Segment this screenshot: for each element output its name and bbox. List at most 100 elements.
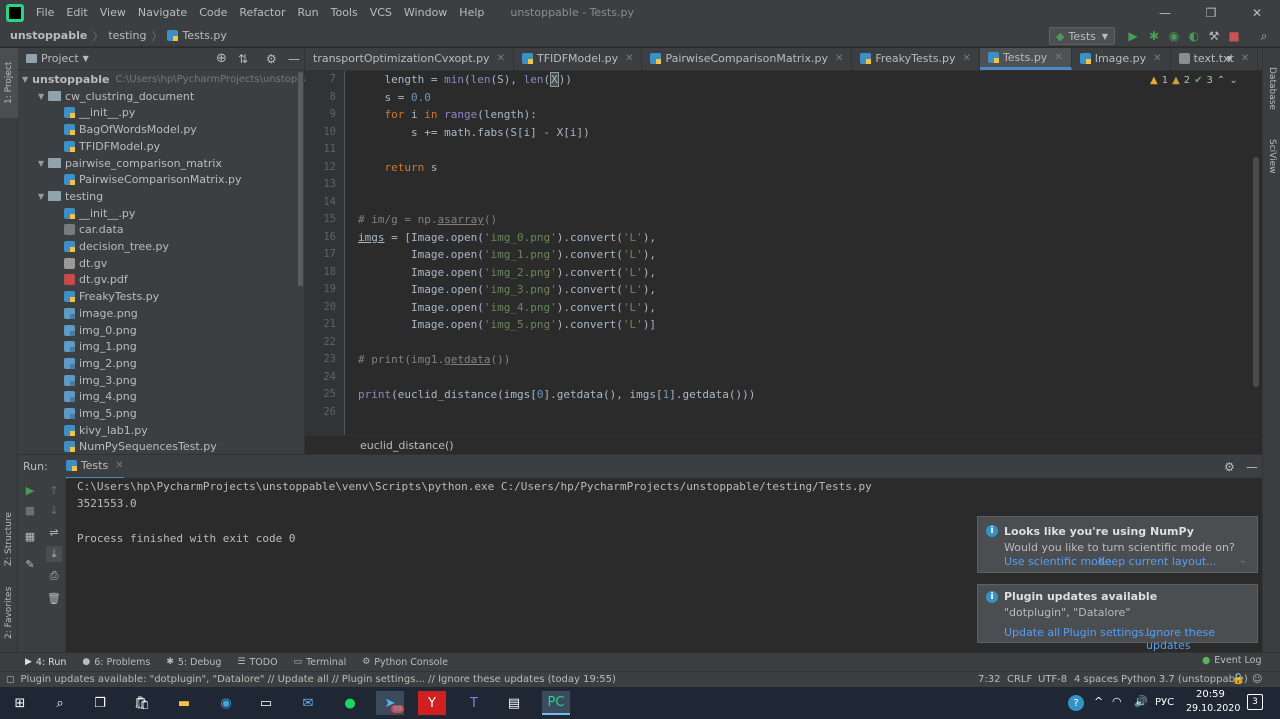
- tree-file[interactable]: __init__.py: [18, 104, 305, 121]
- stop-icon[interactable]: ■: [1226, 28, 1242, 44]
- run-icon[interactable]: ▶: [1125, 28, 1141, 44]
- sciview-tool-tab[interactable]: SciView: [1263, 126, 1280, 186]
- store-icon[interactable]: 🛍: [128, 691, 156, 715]
- collapse-all-icon[interactable]: ⇅: [238, 52, 248, 66]
- chevron-up-icon[interactable]: ^: [1094, 695, 1103, 708]
- menu-refactor[interactable]: Refactor: [233, 6, 291, 19]
- explorer-window-icon[interactable]: ▤: [500, 691, 528, 715]
- line-separator[interactable]: CRLF: [1007, 674, 1032, 685]
- chevron-up-icon[interactable]: ⌃: [1217, 75, 1225, 86]
- clock-time[interactable]: 20:59: [1196, 689, 1225, 700]
- python-interpreter[interactable]: Python 3.7 (unstoppable): [1121, 674, 1248, 685]
- close-icon[interactable]: ✕: [115, 460, 123, 471]
- close-tab-icon[interactable]: ✕: [1054, 52, 1062, 63]
- favorites-tool-tab[interactable]: 2: Favorites: [0, 578, 18, 648]
- tree-folder[interactable]: ▼ unstoppable C:\Users\hp\PycharmProjects\…: [18, 71, 305, 88]
- editor-tab[interactable]: PairwiseComparisonMatrix.py ✕: [642, 48, 853, 70]
- tree-file[interactable]: img_1.png: [18, 338, 305, 355]
- close-tab-icon[interactable]: ✕: [625, 53, 633, 64]
- menu-vcs[interactable]: VCS: [364, 6, 398, 19]
- editor-tab[interactable]: optimizationScipy.py✕: [1258, 48, 1262, 70]
- close-tab-icon[interactable]: ✕: [963, 53, 971, 64]
- task-view-icon[interactable]: ❐: [86, 691, 114, 715]
- tree-file[interactable]: PairwiseComparisonMatrix.py: [18, 171, 305, 188]
- spotify-icon[interactable]: ●: [336, 691, 364, 715]
- editor-tab[interactable]: Tests.py ✕: [979, 48, 1072, 70]
- down-icon[interactable]: ↓: [46, 502, 62, 518]
- menu-tools[interactable]: Tools: [325, 6, 364, 19]
- chevron-down-icon[interactable]: ▼: [38, 192, 48, 201]
- language-indicator[interactable]: РУС: [1155, 697, 1174, 708]
- wifi-icon[interactable]: ◠: [1112, 695, 1122, 708]
- tree-folder[interactable]: ▼ pairwise_comparison_matrix: [18, 155, 305, 172]
- code-editor[interactable]: length = min(len(S), len(X)) s = 0.0 for…: [346, 71, 1262, 435]
- tree-folder[interactable]: ▼ testing: [18, 188, 305, 205]
- lock-icon[interactable]: 🔓: [1232, 674, 1244, 685]
- windows-start-icon[interactable]: ⊞: [6, 691, 34, 715]
- file-explorer-icon[interactable]: ▬: [170, 691, 198, 715]
- maximize-button[interactable]: ❐: [1188, 0, 1234, 25]
- editor-scrollbar[interactable]: [1253, 157, 1259, 387]
- gear-icon[interactable]: ⚙: [266, 52, 277, 66]
- hide-panel-icon[interactable]: —: [1246, 460, 1258, 474]
- close-tab-icon[interactable]: ✕: [835, 53, 843, 64]
- tab-list-chevron-icon[interactable]: ▾: [1226, 52, 1232, 65]
- plugin-settings-link[interactable]: Plugin settings...: [1063, 626, 1155, 639]
- chevron-down-icon[interactable]: ▼: [83, 54, 89, 63]
- tree-file[interactable]: __init__.py: [18, 205, 305, 222]
- action-center-icon[interactable]: 3: [1247, 694, 1263, 710]
- menu-navigate[interactable]: Navigate: [132, 6, 193, 19]
- tree-file[interactable]: img_3.png: [18, 372, 305, 389]
- chevron-down-icon[interactable]: ▼: [38, 159, 48, 168]
- editor-tab[interactable]: TFIDFModel.py ✕: [514, 48, 643, 70]
- menu-file[interactable]: File: [30, 6, 60, 19]
- coverage-icon[interactable]: ◉: [1166, 28, 1182, 44]
- tree-file[interactable]: img_0.png: [18, 322, 305, 339]
- breadcrumb-project[interactable]: unstoppable: [10, 29, 87, 42]
- caret-position[interactable]: 7:32: [978, 674, 1000, 685]
- mail-icon[interactable]: ✉: [294, 691, 322, 715]
- project-scrollbar[interactable]: [298, 72, 303, 286]
- yandex-icon[interactable]: Y: [418, 691, 446, 715]
- telegram-icon[interactable]: ➤ 99: [376, 691, 404, 715]
- inspection-widget[interactable]: ▲ 1 ▲ 2 ✔ 3 ⌃ ⌄: [1150, 71, 1250, 89]
- bottom-tab[interactable]: ▭ Terminal: [294, 657, 347, 668]
- bottom-tab[interactable]: ▶ 4: Run: [25, 657, 66, 668]
- indent-setting[interactable]: 4 spaces: [1074, 674, 1118, 685]
- tree-file[interactable]: img_2.png: [18, 355, 305, 372]
- teams-icon[interactable]: T: [460, 691, 488, 715]
- database-tool-tab[interactable]: Database: [1263, 58, 1280, 118]
- chevron-down-icon[interactable]: ⌄: [1229, 75, 1237, 86]
- update-all-link[interactable]: Update all: [1004, 626, 1060, 639]
- inspector-icon[interactable]: ☺: [1252, 674, 1262, 685]
- run-configuration-select[interactable]: ◆ Tests ▼: [1049, 27, 1115, 45]
- close-window-button[interactable]: ✕: [1234, 0, 1280, 25]
- soft-wrap-icon[interactable]: ⇌: [46, 524, 62, 540]
- volume-icon[interactable]: 🔊: [1134, 695, 1148, 708]
- tree-file[interactable]: img_5.png: [18, 405, 305, 422]
- tree-file[interactable]: car.data: [18, 221, 305, 238]
- close-tab-icon[interactable]: ✕: [497, 53, 505, 64]
- up-icon[interactable]: ↑: [46, 482, 62, 498]
- print-icon[interactable]: ⎙: [46, 568, 62, 584]
- layout-icon[interactable]: ▦: [22, 528, 38, 544]
- tree-file[interactable]: NumPySequencesTest.py: [18, 438, 305, 455]
- scroll-to-end-icon[interactable]: ⤓: [46, 546, 62, 562]
- menu-code[interactable]: Code: [193, 6, 233, 19]
- chevron-down-icon[interactable]: ▼: [22, 75, 28, 84]
- status-toggle-icon[interactable]: ▢: [6, 675, 15, 685]
- project-view-label[interactable]: Project: [41, 52, 79, 65]
- bottom-tab[interactable]: ● 6: Problems: [82, 657, 150, 668]
- menu-run[interactable]: Run: [292, 6, 325, 19]
- search-icon[interactable]: ⌕: [46, 691, 74, 715]
- tree-file[interactable]: img_4.png: [18, 388, 305, 405]
- locate-file-icon[interactable]: ⊕: [216, 51, 227, 66]
- menu-view[interactable]: View: [94, 6, 132, 19]
- close-tab-icon[interactable]: ✕: [1241, 53, 1249, 64]
- tree-file[interactable]: decision_tree.py: [18, 238, 305, 255]
- event-log-tab[interactable]: ● Event Log: [1202, 655, 1262, 666]
- project-tool-tab[interactable]: 1: Project: [0, 48, 18, 118]
- hide-panel-icon[interactable]: —: [288, 52, 300, 66]
- ignore-updates-link[interactable]: Ignore these updates: [1146, 626, 1257, 652]
- editor-tab[interactable]: text.txt ✕: [1171, 48, 1259, 70]
